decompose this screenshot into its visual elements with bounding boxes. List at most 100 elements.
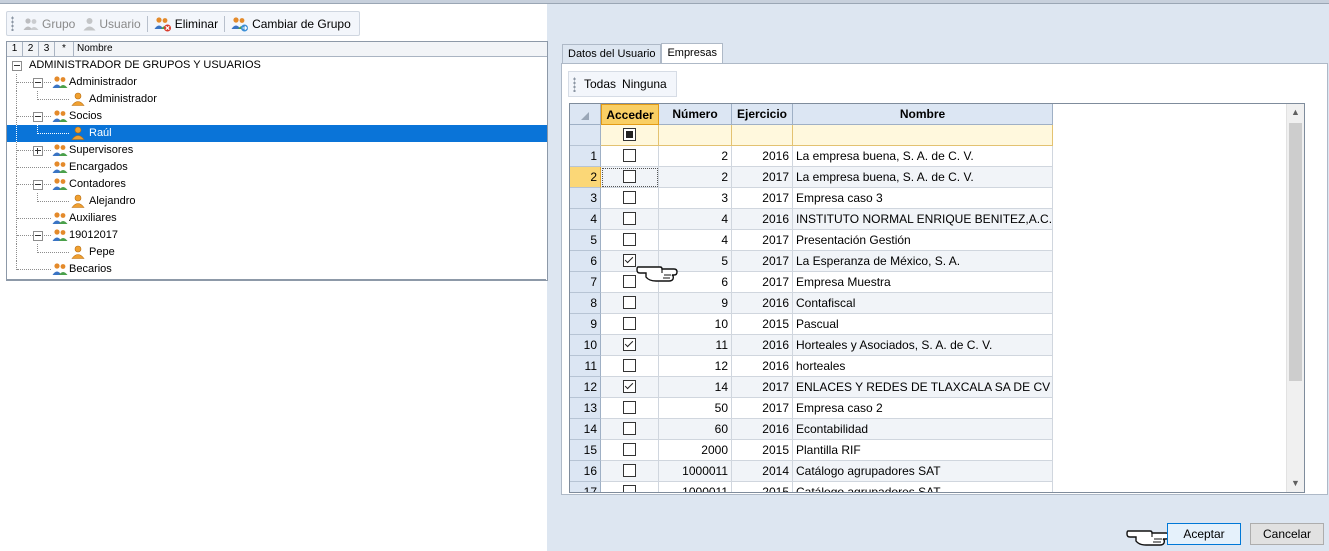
accept-button[interactable]: Aceptar	[1167, 523, 1241, 545]
tree-group-socios[interactable]: Socios	[7, 108, 547, 125]
access-cell[interactable]	[601, 377, 659, 398]
toolbar-grip[interactable]	[573, 76, 576, 92]
tree-user-administrador[interactable]: Administrador	[7, 91, 547, 108]
column-header-number[interactable]: Número	[659, 104, 732, 125]
row-header[interactable]: 10	[570, 335, 601, 356]
all-levels-header[interactable]: *	[55, 42, 74, 56]
tree-group-administrador[interactable]: Administrador	[7, 74, 547, 91]
column-header-name[interactable]: Nombre	[793, 104, 1053, 125]
table-row[interactable]: 10 11 2016 Horteales y Asociados, S. A. de …	[570, 335, 1053, 356]
scroll-up-icon[interactable]: ▲	[1287, 104, 1304, 121]
access-checkbox[interactable]	[623, 317, 636, 331]
access-cell[interactable]	[601, 167, 659, 188]
access-checkbox[interactable]	[623, 443, 636, 457]
table-row[interactable]: 1 2 2016 La empresa buena, S. A. de C. V.	[570, 146, 1053, 167]
access-cell[interactable]	[601, 335, 659, 356]
name-column-header[interactable]: Nombre	[74, 42, 116, 56]
collapse-icon[interactable]	[12, 61, 22, 71]
delete-button[interactable]: Eliminar	[150, 13, 222, 34]
row-header[interactable]: 4	[570, 209, 601, 230]
table-row[interactable]: 13 50 2017 Empresa caso 2	[570, 398, 1053, 419]
tree-group-supervisores[interactable]: Supervisores	[7, 142, 547, 159]
column-header-access[interactable]: Acceder	[601, 104, 659, 125]
table-row[interactable]: 17 1000011 2015 Catálogo agrupadores SAT	[570, 482, 1053, 492]
access-cell[interactable]	[601, 230, 659, 251]
row-header[interactable]: 16	[570, 461, 601, 482]
select-none-button[interactable]: Ninguna	[619, 77, 670, 91]
row-header[interactable]: 6	[570, 251, 601, 272]
filter-number[interactable]	[659, 125, 732, 146]
filter-year[interactable]	[732, 125, 793, 146]
row-header[interactable]: 12	[570, 377, 601, 398]
collapse-icon[interactable]	[33, 78, 43, 88]
column-header-year[interactable]: Ejercicio	[732, 104, 793, 125]
scroll-down-icon[interactable]: ▼	[1287, 475, 1304, 492]
new-group-button[interactable]: Grupo	[19, 13, 79, 34]
filter-name[interactable]	[793, 125, 1053, 146]
filter-checkbox[interactable]	[623, 128, 636, 142]
expand-icon[interactable]	[33, 146, 43, 156]
table-row[interactable]: 16 1000011 2014 Catálogo agrupadores SAT	[570, 461, 1053, 482]
access-checkbox[interactable]	[623, 338, 636, 352]
toolbar-grip[interactable]	[11, 16, 14, 31]
access-checkbox[interactable]	[623, 401, 636, 415]
row-header[interactable]: 8	[570, 293, 601, 314]
table-row[interactable]: 11 12 2016 horteales	[570, 356, 1053, 377]
access-cell[interactable]	[601, 188, 659, 209]
users-tree[interactable]: 1 2 3 * Nombre ADMINISTRADOR DE GRUPOS Y…	[6, 41, 548, 281]
access-checkbox[interactable]	[623, 359, 636, 373]
tree-user-alejandro[interactable]: Alejandro	[7, 193, 547, 210]
row-header[interactable]: 14	[570, 419, 601, 440]
tree-group-contadores[interactable]: Contadores	[7, 176, 547, 193]
row-header[interactable]: 9	[570, 314, 601, 335]
cancel-button[interactable]: Cancelar	[1250, 523, 1324, 545]
access-cell[interactable]	[601, 419, 659, 440]
table-row[interactable]: 14 60 2016 Econtabilidad	[570, 419, 1053, 440]
select-all-corner[interactable]	[570, 104, 601, 125]
row-header[interactable]: 15	[570, 440, 601, 461]
access-cell[interactable]	[601, 461, 659, 482]
access-cell[interactable]	[601, 398, 659, 419]
access-cell[interactable]	[601, 146, 659, 167]
table-row[interactable]: 15 2000 2015 Plantilla RIF	[570, 440, 1053, 461]
row-header[interactable]: 3	[570, 188, 601, 209]
tree-group-auxiliares[interactable]: Auxiliares	[7, 210, 547, 227]
level-2-header[interactable]: 2	[23, 42, 39, 56]
level-3-header[interactable]: 3	[39, 42, 55, 56]
access-checkbox[interactable]	[623, 422, 636, 436]
tab-companies[interactable]: Empresas	[661, 43, 723, 64]
collapse-icon[interactable]	[33, 231, 43, 241]
access-checkbox[interactable]	[623, 464, 636, 478]
table-row[interactable]: 2 2 2017 La empresa buena, S. A. de C. V.	[570, 167, 1053, 188]
row-header[interactable]: 17	[570, 482, 601, 492]
access-checkbox[interactable]	[623, 149, 636, 163]
access-checkbox[interactable]	[623, 485, 636, 492]
new-user-button[interactable]: Usuario	[79, 13, 144, 34]
tree-group-19012017[interactable]: 19012017	[7, 227, 547, 244]
filter-access[interactable]	[601, 125, 659, 146]
access-cell[interactable]	[601, 314, 659, 335]
access-cell[interactable]	[601, 356, 659, 377]
access-checkbox[interactable]	[623, 275, 636, 289]
table-row[interactable]: 3 3 2017 Empresa caso 3	[570, 188, 1053, 209]
table-row[interactable]: 5 4 2017 Presentación Gestión	[570, 230, 1053, 251]
table-row[interactable]: 4 4 2016 INSTITUTO NORMAL ENRIQUE BENITEZ,A…	[570, 209, 1053, 230]
tree-user-pepe[interactable]: Pepe	[7, 244, 547, 261]
row-header[interactable]: 11	[570, 356, 601, 377]
grid-vertical-scrollbar[interactable]: ▲ ▼	[1286, 104, 1304, 492]
change-group-button[interactable]: Cambiar de Grupo	[227, 13, 355, 34]
row-header[interactable]: 7	[570, 272, 601, 293]
tree-group-encargados[interactable]: Encargados	[7, 159, 547, 176]
access-cell[interactable]	[601, 482, 659, 492]
access-checkbox[interactable]	[623, 191, 636, 205]
access-checkbox[interactable]	[623, 233, 636, 247]
collapse-icon[interactable]	[33, 180, 43, 190]
row-header[interactable]: 5	[570, 230, 601, 251]
tree-root[interactable]: ADMINISTRADOR DE GRUPOS Y USUARIOS	[7, 57, 547, 74]
table-row[interactable]: 9 10 2015 Pascual	[570, 314, 1053, 335]
collapse-icon[interactable]	[33, 112, 43, 122]
scroll-thumb[interactable]	[1289, 123, 1302, 381]
tree-group-becarios[interactable]: Becarios	[7, 261, 547, 278]
row-header[interactable]: 13	[570, 398, 601, 419]
access-cell[interactable]	[601, 440, 659, 461]
